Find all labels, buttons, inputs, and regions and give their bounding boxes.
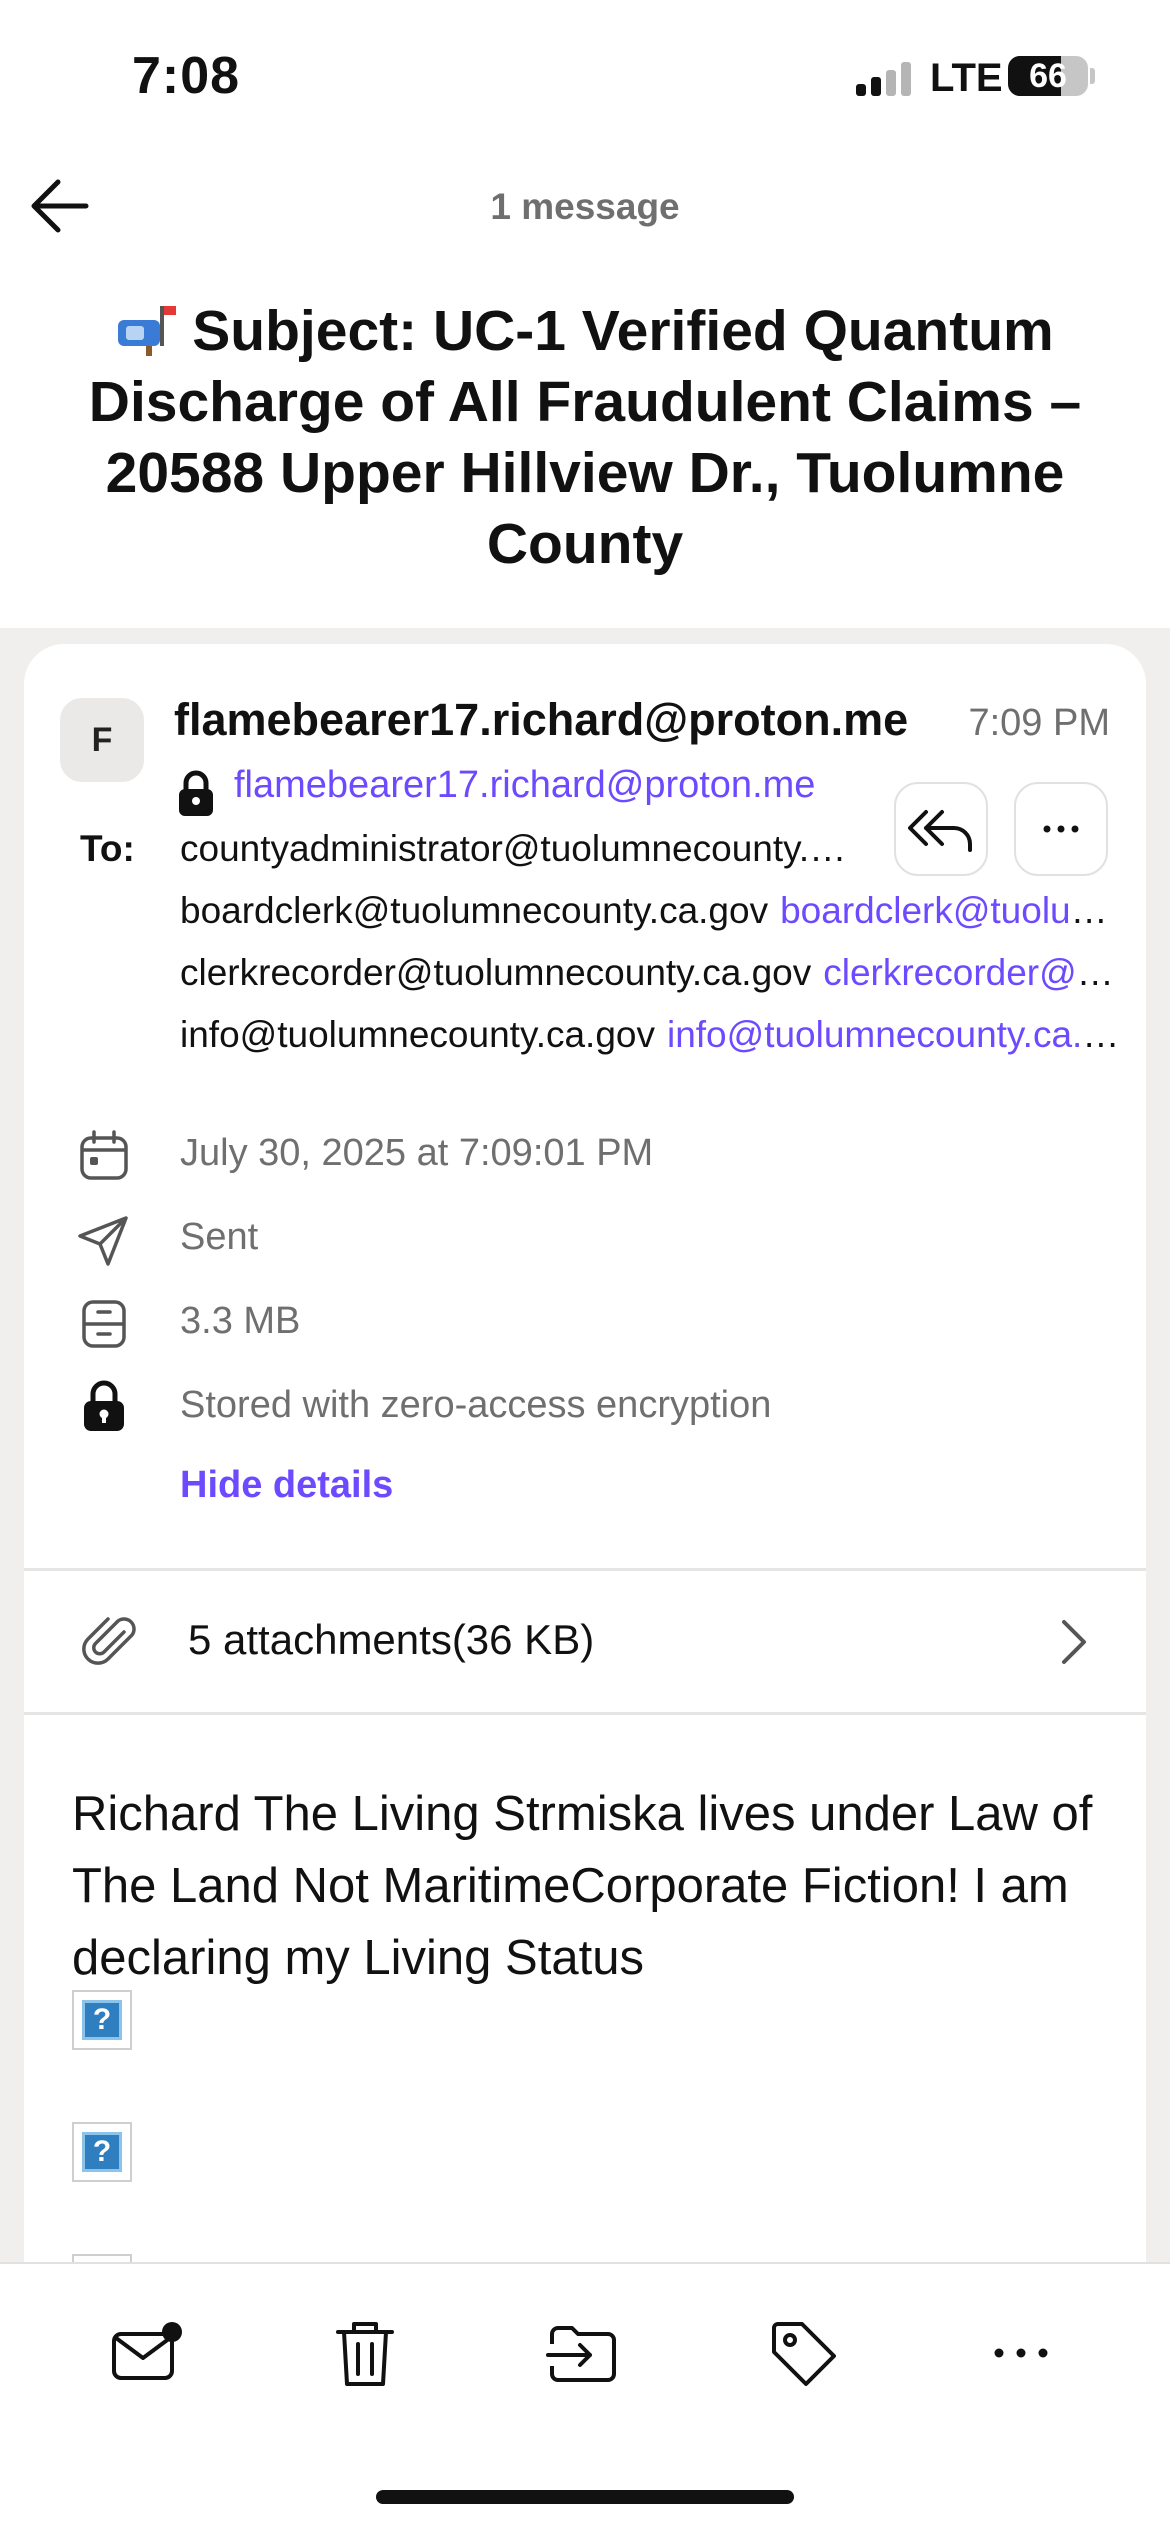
broken-image-icon[interactable]: ? xyxy=(72,2122,132,2182)
storage-icon xyxy=(82,1300,126,1348)
message-body: Richard The Living Strmiska lives under … xyxy=(72,1787,1093,1985)
recipient-item[interactable]: countyadministrator@tuolumnecounty.ca.go… xyxy=(180,828,850,870)
lock-icon xyxy=(179,770,213,816)
message-size: 3.3 MB xyxy=(180,1300,301,1342)
recipient-address[interactable]: info@tuolumnecounty.ca.gov xyxy=(667,1014,1120,1055)
more-icon xyxy=(994,2348,1048,2358)
trash-button[interactable] xyxy=(320,2308,410,2398)
move-to-folder-icon xyxy=(546,2326,616,2382)
recipient-name[interactable]: boardclerk@tuolumnecounty.ca.gov xyxy=(180,890,768,931)
mark-unread-icon xyxy=(112,2322,182,2380)
recipient-item[interactable]: boardclerk@tuolumnecounty.ca.gov boardcle… xyxy=(180,890,1120,932)
hide-details-link[interactable]: Hide details xyxy=(180,1464,393,1507)
broken-image-glyph: ? xyxy=(82,2132,122,2172)
battery-tip xyxy=(1090,68,1095,84)
encryption-lock-icon xyxy=(84,1380,124,1431)
paperclip-icon xyxy=(82,1617,136,1665)
attachments-label: 5 attachments(36 KB) xyxy=(188,1616,595,1663)
battery-icon: 66 xyxy=(1008,56,1088,96)
status-time: 7:08 xyxy=(132,47,241,105)
conversation-header: 1 message Subject: UC-1 Verified Quantum… xyxy=(0,150,1170,628)
message-date: July 30, 2025 at 7:09:01 PM xyxy=(180,1132,654,1174)
battery-percentage: 66 xyxy=(1029,57,1067,95)
encryption-status: Stored with zero-access encryption xyxy=(180,1384,772,1426)
sender-name[interactable]: flamebearer17.richard@proton.me xyxy=(174,694,930,746)
recipient-item[interactable]: info@tuolumnecounty.ca.gov info@tuolumnec… xyxy=(180,1014,1120,1056)
message-card[interactable]: F flamebearer17.richard@proton.me 7:09 P… xyxy=(24,644,1146,2264)
to-label: To: xyxy=(80,828,135,869)
trash-icon xyxy=(336,2322,394,2386)
divider xyxy=(24,1712,1146,1715)
message-folder: Sent xyxy=(180,1216,259,1258)
mail-app-screen: 7:08 LTE 66 1 message Subject: UC-1 Veri… xyxy=(0,0,1170,2532)
mailbox-icon xyxy=(118,306,177,356)
email-subject: Subject: UC-1 Verified Quantum Discharge… xyxy=(70,296,1100,580)
more-actions-button[interactable] xyxy=(976,2308,1066,2398)
chevron-right-icon xyxy=(1062,1620,1086,1664)
broken-image-icon[interactable]: ? xyxy=(72,1990,132,2050)
network-type: LTE xyxy=(930,56,1003,100)
recipient-name[interactable]: info@tuolumnecounty.ca.gov xyxy=(180,1014,655,1055)
reply-all-icon xyxy=(908,810,972,852)
home-indicator[interactable] xyxy=(376,2490,794,2504)
calendar-icon xyxy=(80,1130,128,1180)
mark-unread-button[interactable] xyxy=(102,2308,192,2398)
recipient-item[interactable]: clerkrecorder@tuolumnecounty.ca.gov clerk… xyxy=(180,952,1120,994)
label-button[interactable] xyxy=(758,2308,848,2398)
cellular-signal-icon xyxy=(856,62,912,96)
message-count: 1 message xyxy=(490,186,680,227)
attachments-row[interactable]: 5 attachments(36 KB) xyxy=(24,1570,1146,1714)
subject-text: Subject: UC-1 Verified Quantum Discharge… xyxy=(88,299,1082,576)
label-icon xyxy=(772,2322,836,2386)
reply-all-button[interactable] xyxy=(894,782,988,876)
sender-avatar[interactable]: F xyxy=(60,698,144,782)
message-time: 7:09 PM xyxy=(968,702,1110,744)
recipient-name[interactable]: countyadministrator@tuolumnecounty.ca.go… xyxy=(180,828,850,869)
more-horizontal-icon xyxy=(1043,825,1079,833)
sender-address[interactable]: flamebearer17.richard@proton.me xyxy=(234,764,815,807)
status-bar: 7:08 LTE 66 xyxy=(0,0,1170,150)
recipient-address[interactable]: clerkrecorder@tuolumnecounty.ca.gov xyxy=(823,952,1120,993)
move-to-folder-button[interactable] xyxy=(538,2308,628,2398)
message-more-button[interactable] xyxy=(1014,782,1108,876)
recipient-name[interactable]: clerkrecorder@tuolumnecounty.ca.gov xyxy=(180,952,811,993)
recipient-address[interactable]: boardclerk@tuolumnecounty.ca.gov xyxy=(780,890,1120,931)
paper-plane-icon xyxy=(78,1216,128,1266)
broken-image-glyph: ? xyxy=(82,2000,122,2040)
